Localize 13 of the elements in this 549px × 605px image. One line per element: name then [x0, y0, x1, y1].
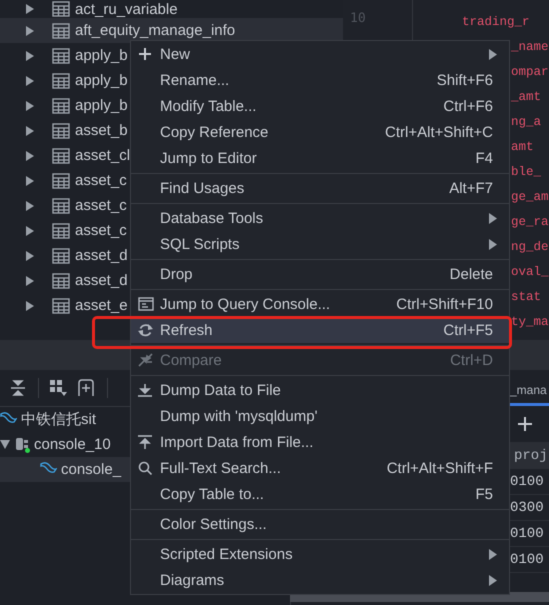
code-line: _amt — [511, 90, 542, 104]
code-line: ng_de — [511, 240, 549, 254]
code-line: stat — [511, 290, 542, 304]
code-line: ng_a — [511, 114, 542, 128]
code-line: ty_ma — [511, 314, 549, 328]
code-line: trading_r — [462, 14, 530, 28]
code-line: ge_am — [511, 190, 549, 204]
code-line: amt — [511, 140, 534, 154]
code-line: oval_ — [511, 264, 549, 278]
code-line: ble_ — [511, 164, 542, 178]
code-line: _name — [511, 40, 549, 54]
code-line: ge_ra — [511, 214, 549, 228]
code-line: ompar — [511, 64, 549, 78]
